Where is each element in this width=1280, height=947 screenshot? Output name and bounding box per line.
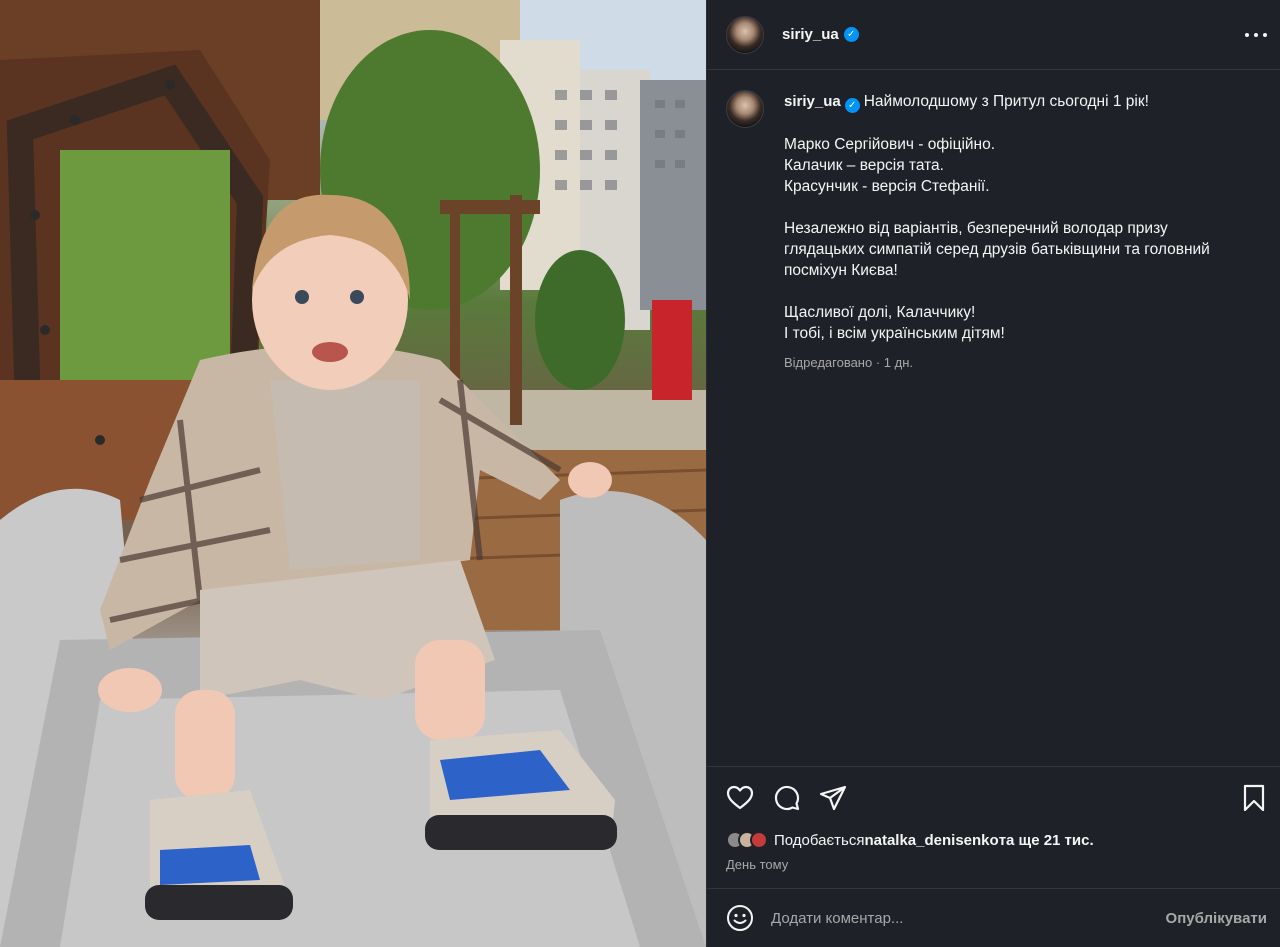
likes-row[interactable]: Подобаєтьсяnatalka_denisenkoта ще 21 тис… [726,831,1094,849]
emoji-icon[interactable] [726,904,754,932]
caption-line: Марко Сергійович - офіційно. [784,136,996,153]
likes-text: Подобаєтьсяnatalka_denisenkoта ще 21 тис… [774,832,1094,849]
actions-bar: Подобаєтьсяnatalka_denisenkoта ще 21 тис… [707,766,1280,888]
caption-first-line: Наймолодшому з Притул сьогодні 1 рік! [863,93,1149,110]
likes-prefix: Подобається [774,831,865,849]
post-header: siriy_ua ✓ [707,0,1280,70]
header-username[interactable]: siriy_ua [782,26,839,43]
caption-line: Красунчик - версія Стефанії. [784,178,990,195]
likes-suffix[interactable]: та ще 21 тис. [999,832,1094,849]
post-side-panel: siriy_ua ✓ siriy_ua ✓ Наймолодшому з Приту… [706,0,1280,947]
caption-line: І тобі, і всім українським дітям! [784,325,1005,342]
caption-block-2: Незалежно від варіантів, безперечний вол… [784,220,1210,279]
caption-avatar[interactable] [726,90,764,128]
post-age[interactable]: · 1 дн. [876,355,913,370]
post-photo[interactable] [0,0,706,947]
caption-block-3: Щасливої долі, Калаччику! І тобі, і всім… [784,302,1224,344]
edited-label: Відредаговано [784,355,873,370]
publish-button[interactable]: Опублікувати [1166,910,1267,927]
comment-input[interactable] [771,909,1131,927]
verified-badge-icon: ✓ [844,98,860,113]
comment-icon[interactable] [773,784,801,812]
caption-line: Щасливої долі, Калаччику! [784,304,976,321]
caption-block-1: Марко Сергійович - офіційно. Калачик – в… [784,134,1224,197]
heart-icon[interactable] [726,784,754,812]
more-options-icon[interactable] [1245,24,1267,46]
caption-line: Калачик – версія тата. [784,157,944,174]
bookmark-icon[interactable] [1240,784,1268,812]
share-icon[interactable] [819,784,847,812]
comment-bar: Опублікувати [707,888,1280,947]
avatar[interactable] [726,15,764,54]
photo-illustration [0,0,706,947]
liker-avatar [750,831,768,849]
caption-username[interactable]: siriy_ua [784,93,841,110]
verified-badge-icon: ✓ [843,27,859,42]
caption-meta: Відредаговано · 1 дн. [784,352,1224,373]
caption: siriy_ua ✓ Наймолодшому з Притул сьогодні … [726,90,1266,373]
post-timestamp[interactable]: День тому [726,857,788,872]
liker-username[interactable]: natalka_denisenko [864,832,998,849]
